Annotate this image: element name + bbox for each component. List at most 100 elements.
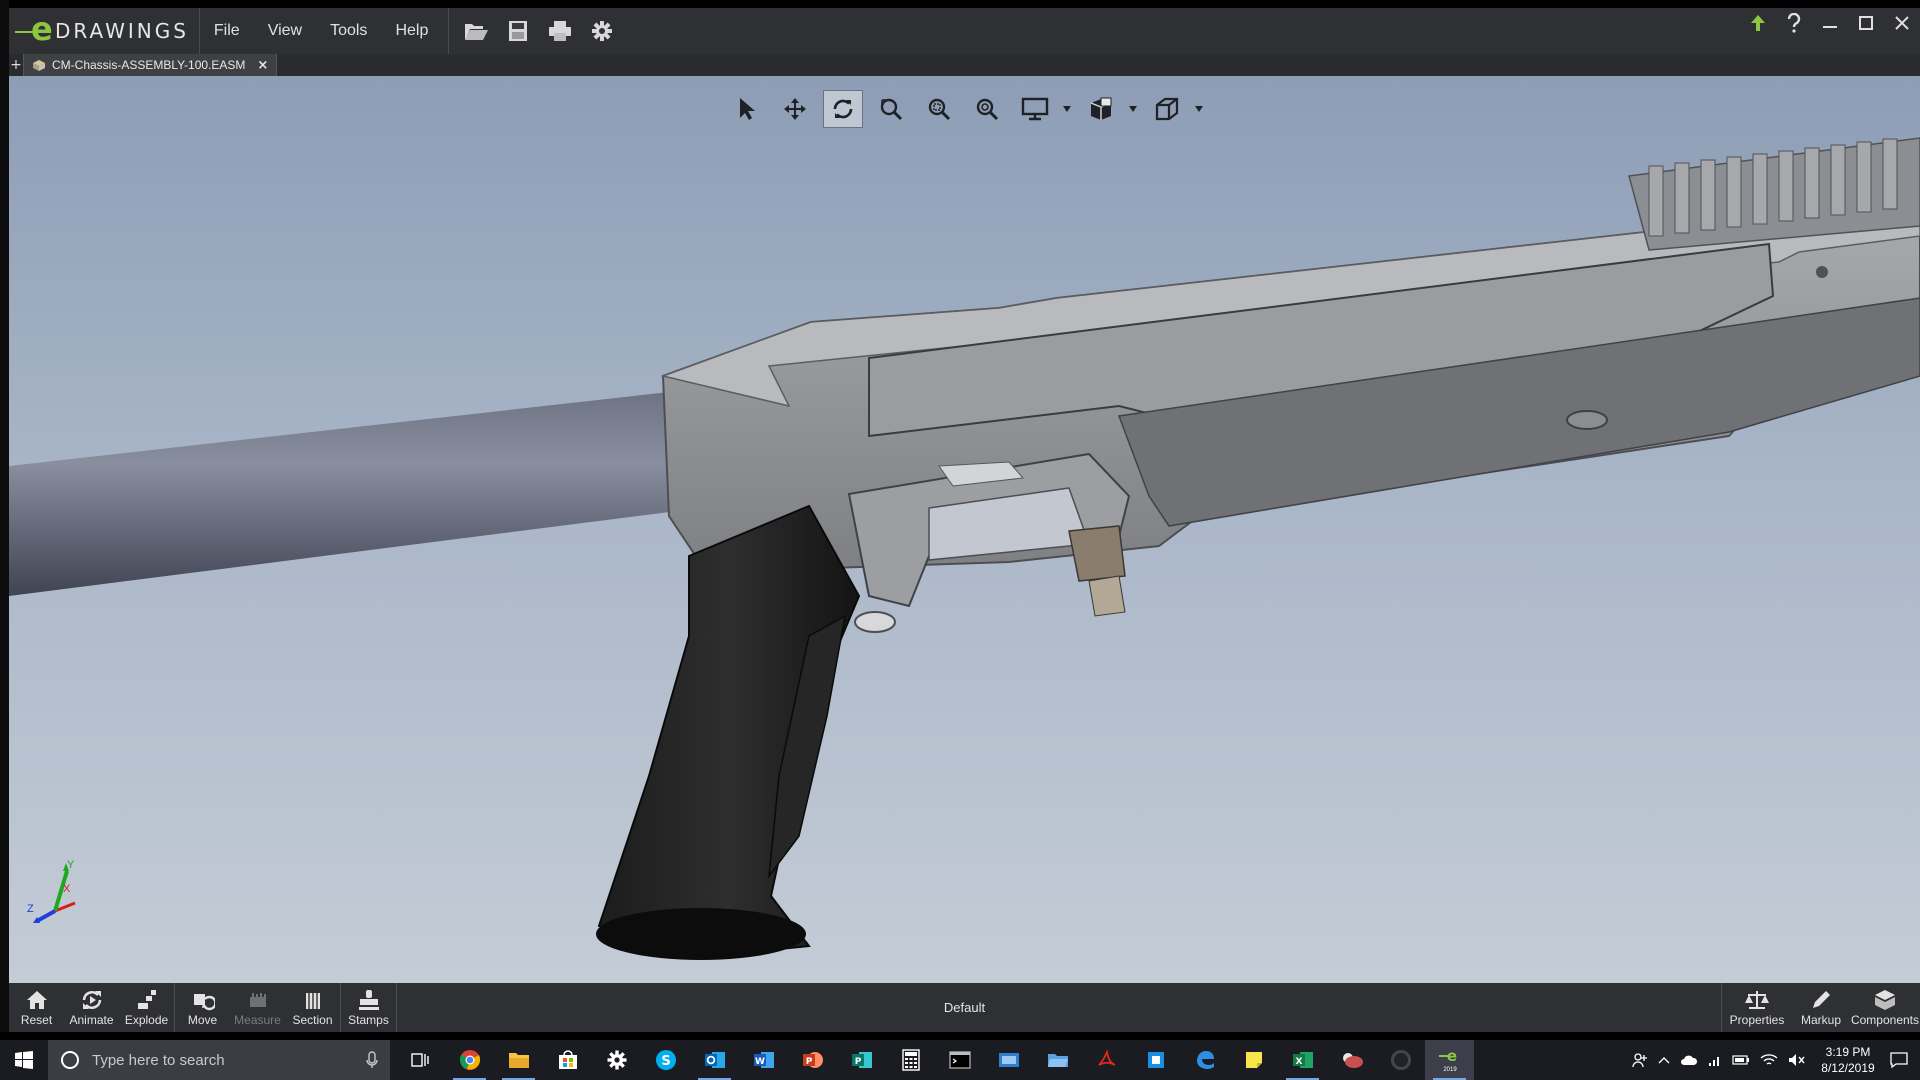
- skype-icon[interactable]: S: [641, 1040, 690, 1080]
- weather-icon[interactable]: [1327, 1040, 1376, 1080]
- zoom-in-out-icon[interactable]: [967, 90, 1007, 128]
- animate-button[interactable]: Animate: [64, 983, 119, 1032]
- quick-toolbar: [449, 20, 613, 42]
- app-folder-icon[interactable]: [1033, 1040, 1082, 1080]
- stamps-icon: [358, 989, 379, 1010]
- explode-button[interactable]: Explode: [119, 983, 174, 1032]
- view-orientation-icon[interactable]: [1081, 90, 1121, 128]
- taskbar-clock[interactable]: 3:19 PM 8/12/2019: [1816, 1044, 1880, 1076]
- acrobat-icon[interactable]: [1082, 1040, 1131, 1080]
- menu-help[interactable]: Help: [381, 22, 442, 40]
- word-icon[interactable]: W: [739, 1040, 788, 1080]
- rotate-icon[interactable]: [823, 90, 863, 128]
- outlook-icon[interactable]: [690, 1040, 739, 1080]
- display-style-dropdown-icon[interactable]: [1063, 90, 1073, 128]
- bottom-toolbar-group-1: Reset Animate Explode: [9, 983, 175, 1032]
- measure-button[interactable]: Measure: [230, 983, 285, 1032]
- app-box-icon[interactable]: [1131, 1040, 1180, 1080]
- edge-icon[interactable]: [1180, 1040, 1229, 1080]
- minimize-icon[interactable]: [1812, 8, 1848, 38]
- open-file-icon[interactable]: [463, 20, 489, 42]
- maximize-icon[interactable]: [1848, 8, 1884, 38]
- left-edge-strip: [0, 0, 9, 1032]
- app-blue-icon[interactable]: [984, 1040, 1033, 1080]
- settings-icon[interactable]: [592, 1040, 641, 1080]
- save-icon[interactable]: [507, 20, 529, 42]
- windows-logo-icon: [15, 1051, 33, 1069]
- onedrive-cloud-icon[interactable]: [1680, 1054, 1698, 1066]
- svg-text:X: X: [1295, 1057, 1302, 1067]
- sticky-notes-icon[interactable]: [1229, 1040, 1278, 1080]
- close-icon[interactable]: [1884, 8, 1920, 38]
- svg-text:P: P: [805, 1057, 812, 1067]
- reset-button[interactable]: Reset: [9, 983, 64, 1032]
- publisher-icon[interactable]: P: [837, 1040, 886, 1080]
- file-explorer-icon[interactable]: [494, 1040, 543, 1080]
- properties-button[interactable]: Properties: [1722, 983, 1792, 1032]
- move-button[interactable]: Move: [175, 983, 230, 1032]
- svg-text:S: S: [661, 1054, 670, 1069]
- network-icon[interactable]: [1708, 1053, 1722, 1067]
- store-icon[interactable]: [543, 1040, 592, 1080]
- document-tab-title: CM-Chassis-ASSEMBLY-100.EASM: [52, 58, 246, 72]
- view-orientation-dropdown-icon[interactable]: [1129, 90, 1139, 128]
- triad-z-label: Z: [27, 903, 34, 915]
- microphone-icon[interactable]: [366, 1051, 378, 1069]
- display-style-icon[interactable]: [1015, 90, 1055, 128]
- components-button[interactable]: Components: [1850, 983, 1920, 1032]
- new-tab-button[interactable]: +: [9, 54, 23, 76]
- markup-button[interactable]: Markup: [1792, 983, 1850, 1032]
- excel-icon[interactable]: X: [1278, 1040, 1327, 1080]
- svg-text:W: W: [755, 1057, 765, 1067]
- cortana-circle-icon: [61, 1051, 79, 1069]
- action-center-icon[interactable]: [1890, 1052, 1908, 1068]
- volume-muted-icon[interactable]: [1788, 1053, 1806, 1067]
- stamps-button[interactable]: Stamps: [341, 983, 396, 1032]
- home-icon: [26, 990, 47, 1009]
- terminal-icon[interactable]: [935, 1040, 984, 1080]
- zoom-to-fit-icon[interactable]: [871, 90, 911, 128]
- battery-icon[interactable]: [1732, 1055, 1750, 1065]
- logo-text: DRAWINGS: [55, 19, 189, 43]
- chevron-up-icon[interactable]: [1658, 1056, 1670, 1064]
- system-tray: 3:19 PM 8/12/2019: [1632, 1040, 1920, 1080]
- graphics-viewport[interactable]: Y X Z: [9, 76, 1920, 983]
- configuration-label[interactable]: Default: [944, 1000, 985, 1015]
- move-icon: [193, 993, 215, 1010]
- explode-icon: [137, 989, 156, 1009]
- taskbar-search-box[interactable]: Type here to search: [48, 1040, 390, 1080]
- start-button[interactable]: [0, 1040, 48, 1080]
- bottom-toolbar-group-2: Move Measure Section: [175, 983, 341, 1032]
- document-tab[interactable]: CM-Chassis-ASSEMBLY-100.EASM ×: [23, 54, 278, 76]
- upload-arrow-icon[interactable]: [1740, 8, 1776, 38]
- markup-icon: [1813, 990, 1830, 1008]
- edrawings-window: e DRAWINGS File View Tools Help + CM-Cha…: [9, 8, 1920, 1032]
- chrome-icon[interactable]: [445, 1040, 494, 1080]
- section-view-dropdown-icon[interactable]: [1195, 90, 1205, 128]
- assembly-icon: [32, 56, 46, 75]
- app-dark-icon[interactable]: [1376, 1040, 1425, 1080]
- select-icon[interactable]: [727, 90, 767, 128]
- section-button[interactable]: Section: [285, 983, 340, 1032]
- menu-view[interactable]: View: [254, 22, 316, 40]
- menu-tools[interactable]: Tools: [316, 22, 381, 40]
- tab-close-icon[interactable]: ×: [257, 58, 268, 73]
- title-bar: e DRAWINGS File View Tools Help: [9, 8, 1920, 54]
- windows-taskbar: Type here to search S W P P X e 2019 3:1…: [0, 1040, 1920, 1080]
- calculator-icon[interactable]: [886, 1040, 935, 1080]
- menu-file[interactable]: File: [200, 22, 254, 40]
- zoom-to-area-icon[interactable]: [919, 90, 959, 128]
- section-view-icon[interactable]: [1147, 90, 1187, 128]
- bottom-toolbar-group-3: Stamps: [341, 983, 397, 1032]
- powerpoint-icon[interactable]: P: [788, 1040, 837, 1080]
- print-icon[interactable]: [547, 20, 573, 42]
- settings-gear-icon[interactable]: [591, 20, 613, 42]
- help-icon[interactable]: [1776, 8, 1812, 38]
- wifi-icon[interactable]: [1760, 1053, 1778, 1067]
- edrawings-taskbar-icon[interactable]: e 2019: [1425, 1040, 1474, 1080]
- triad-x-label: X: [63, 883, 71, 895]
- people-icon[interactable]: [1632, 1052, 1648, 1068]
- task-view-icon[interactable]: [396, 1040, 445, 1080]
- pan-icon[interactable]: [775, 90, 815, 128]
- measure-icon: [249, 992, 266, 1007]
